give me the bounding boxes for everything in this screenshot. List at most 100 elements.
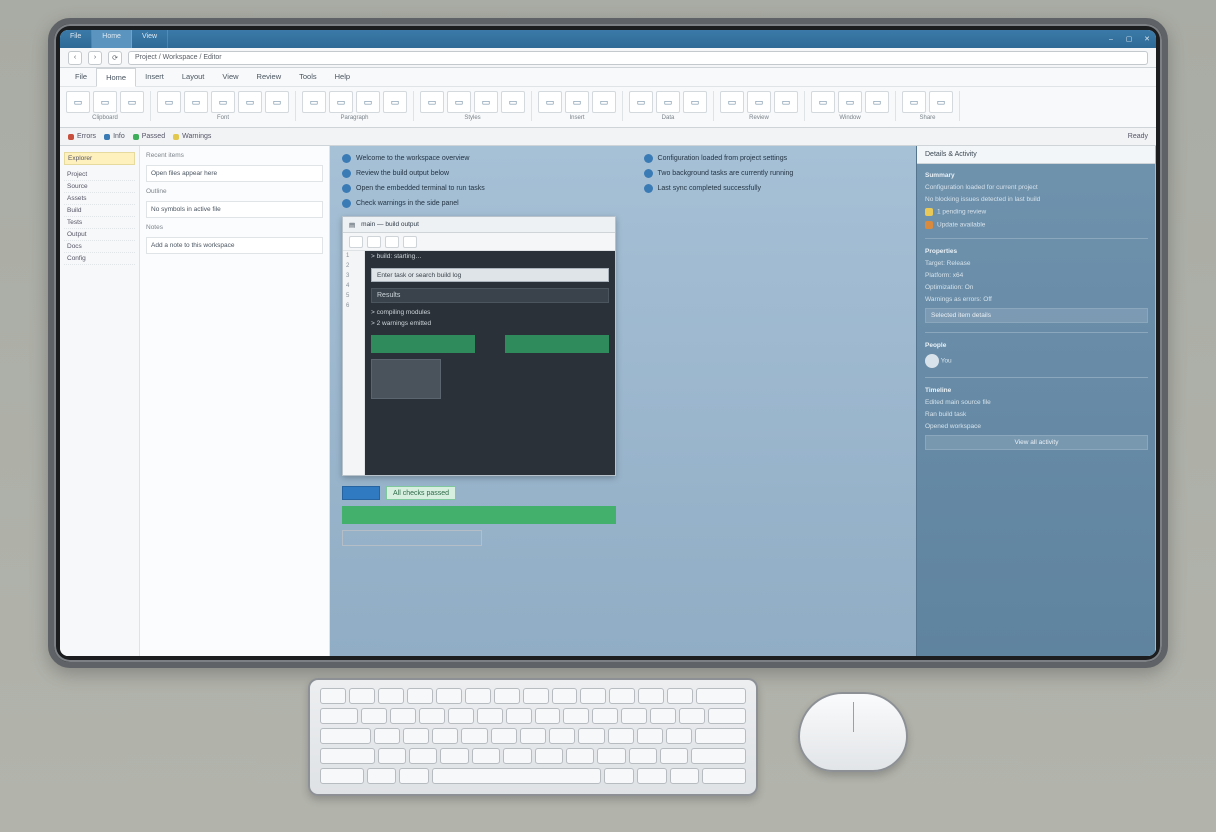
window-close[interactable]: ✕ [1138,30,1156,48]
window-minimize[interactable]: – [1102,30,1120,48]
screen: File Home View – ▢ ✕ ‹ › ⟳ Project / Wor… [60,30,1156,656]
ribbon-button[interactable]: ▭ [774,91,798,113]
rp-flag-pending[interactable]: 1 pending review [925,208,1148,216]
ribbon-button[interactable]: ▭ [656,91,680,113]
rp-timeline-item: Ran build task [925,411,1148,418]
window-tab-home[interactable]: Home [92,30,132,48]
ribbon-tab-help[interactable]: Help [326,68,359,86]
ribbon-button[interactable]: ▭ [120,91,144,113]
editor-dark-area[interactable]: > build: starting… Enter task or search … [365,251,615,475]
window-maximize[interactable]: ▢ [1120,30,1138,48]
nav-forward-button[interactable]: › [88,51,102,65]
ribbon-button[interactable]: ▭ [565,91,589,113]
ribbon-button[interactable]: ▭ [720,91,744,113]
ribbon-button[interactable]: ▭ [420,91,444,113]
editor-thumbnail[interactable] [371,359,441,399]
outline-box[interactable]: No symbols in active file [146,201,323,218]
left-nav-item[interactable]: Output [64,229,135,241]
center-pane: Welcome to the workspace overviewReview … [330,146,916,656]
ribbon-group-label: Data [629,115,707,121]
ribbon-button[interactable]: ▭ [865,91,889,113]
desk [308,678,908,832]
rp-section-properties: Properties [925,248,1148,255]
ribbon-button[interactable]: ▭ [211,91,235,113]
bullet-text: Review the build output below [356,170,449,177]
ribbon-button[interactable]: ▭ [592,91,616,113]
run-button[interactable] [342,486,380,500]
ribbon-button[interactable]: ▭ [629,91,653,113]
rp-flag-update[interactable]: Update available [925,221,1148,229]
overview-bullets-left: Welcome to the workspace overviewReview … [342,154,616,208]
rp-section-timeline: Timeline [925,387,1148,394]
ribbon-button[interactable]: ▭ [93,91,117,113]
ribbon-button[interactable]: ▭ [683,91,707,113]
ribbon-button[interactable]: ▭ [157,91,181,113]
ribbon-button[interactable]: ▭ [538,91,562,113]
chip-errors[interactable]: Errors [68,133,96,140]
ribbon-tab-review[interactable]: Review [248,68,291,86]
editor-tool-2[interactable] [367,236,381,248]
editor-titlebar[interactable]: ▤ main — build output [343,217,615,233]
ribbon-group-label: Styles [420,115,525,121]
ribbon-tab-insert[interactable]: Insert [136,68,173,86]
editor-tool-3[interactable] [385,236,399,248]
editor-result-box[interactable]: Results [371,288,609,303]
left-nav-item[interactable]: Source [64,181,135,193]
ribbon-button[interactable]: ▭ [811,91,835,113]
ribbon-tab-layout[interactable]: Layout [173,68,214,86]
ribbon-button[interactable]: ▭ [265,91,289,113]
rp-prop: Optimization: On [925,284,1148,291]
editor-toolbar [343,233,615,251]
ribbon-tab-file[interactable]: File [66,68,96,86]
left-nav-item[interactable]: Project [64,169,135,181]
ribbon-button[interactable]: ▭ [383,91,407,113]
secondary-pane: Recent items Open files appear here Outl… [140,146,330,656]
ribbon-button[interactable]: ▭ [838,91,862,113]
chip-passed[interactable]: Passed [133,133,165,140]
chip-warnings[interactable]: Warnings [173,133,211,140]
ribbon-button[interactable]: ▭ [356,91,380,113]
editor-tool-1[interactable] [349,236,363,248]
editor-title: main — build output [361,221,419,228]
ribbon-tab-view[interactable]: View [213,68,247,86]
ribbon-button[interactable]: ▭ [302,91,326,113]
rp-details-box[interactable]: Selected item details [925,308,1148,323]
editor-search-input[interactable]: Enter task or search build log [371,268,609,282]
ribbon-group-label: Clipboard [66,115,144,121]
ribbon-button[interactable]: ▭ [747,91,771,113]
rp-line: Configuration loaded for current project [925,184,1148,191]
chip-info[interactable]: Info [104,133,125,140]
quick-filter-bar: Errors Info Passed Warnings Ready [60,128,1156,146]
ribbon-button[interactable]: ▭ [501,91,525,113]
editor-tool-4[interactable] [403,236,417,248]
ribbon-button[interactable]: ▭ [66,91,90,113]
rp-view-all-button[interactable]: View all activity [925,435,1148,450]
ribbon-button[interactable]: ▭ [902,91,926,113]
nav-back-button[interactable]: ‹ [68,51,82,65]
address-field[interactable]: Project / Workspace / Editor [128,51,1148,65]
bullet-icon [342,169,351,178]
mouse [798,692,908,772]
ribbon-button[interactable]: ▭ [238,91,262,113]
empty-outline-box[interactable] [342,530,482,546]
ribbon-tab-home[interactable]: Home [96,68,136,87]
rp-user-row[interactable]: You [925,354,1148,368]
ribbon-group-label: Window [811,115,889,121]
left-nav-item[interactable]: Build [64,205,135,217]
left-nav-item[interactable]: Config [64,253,135,265]
nav-refresh-button[interactable]: ⟳ [108,51,122,65]
ribbon-button[interactable]: ▭ [184,91,208,113]
left-nav: Explorer ProjectSourceAssetsBuildTestsOu… [60,146,140,656]
recent-box[interactable]: Open files appear here [146,165,323,182]
ribbon-button[interactable]: ▭ [929,91,953,113]
left-nav-item[interactable]: Tests [64,217,135,229]
left-nav-item[interactable]: Assets [64,193,135,205]
ribbon-button[interactable]: ▭ [447,91,471,113]
ribbon-button[interactable]: ▭ [474,91,498,113]
window-tab-file[interactable]: File [60,30,92,48]
ribbon-tab-tools[interactable]: Tools [290,68,326,86]
ribbon-button[interactable]: ▭ [329,91,353,113]
window-tab-view[interactable]: View [132,30,168,48]
notes-box[interactable]: Add a note to this workspace [146,237,323,254]
left-nav-item[interactable]: Docs [64,241,135,253]
